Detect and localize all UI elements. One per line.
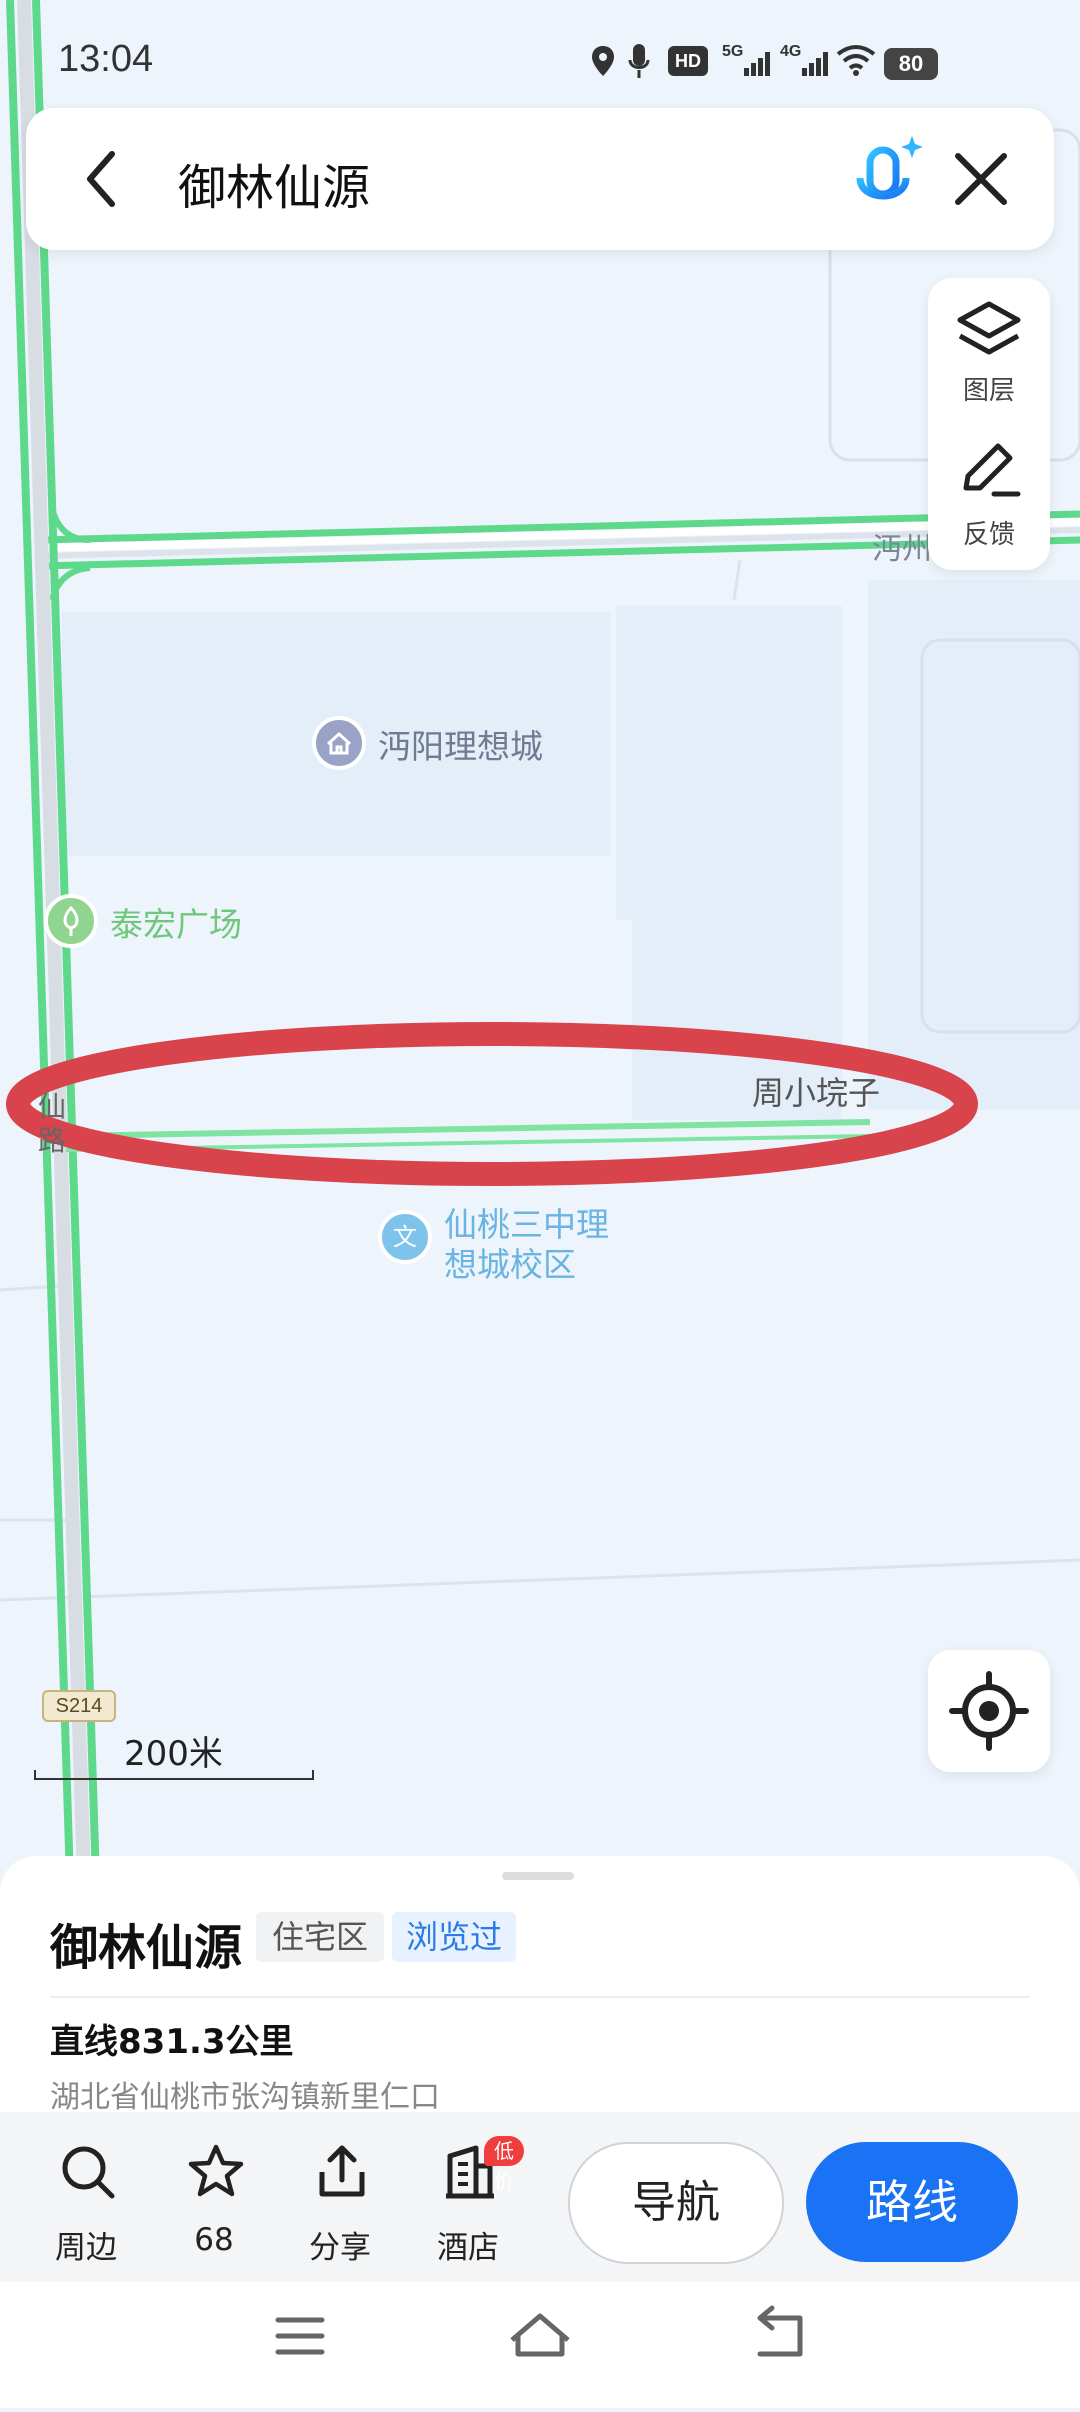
share-label: 分享	[309, 2230, 371, 2266]
feedback-label: 反馈	[962, 520, 1015, 550]
close-button[interactable]	[944, 142, 1018, 216]
card-divider	[50, 1996, 1030, 1998]
star-icon	[188, 2144, 244, 2197]
hotel-button[interactable]: 低价 酒店	[418, 2136, 524, 2266]
address-text: 湖北省仙桃市张沟镇新里仁口	[50, 2080, 440, 2115]
edit-pencil-icon	[963, 443, 1021, 497]
close-icon	[955, 153, 1007, 205]
distance-text: 直线831.3公里	[50, 2022, 294, 2062]
road-label-vertical: 仙 路	[38, 1090, 67, 1157]
map-view[interactable]: 沔阳理想城 泰宏广场 文 仙桃三中理 想城校区 沔州 周小垸子 仙 路 S214…	[0, 0, 1080, 1880]
nearby-label: 周边	[55, 2230, 117, 2266]
signal-5g-icon: 5G	[722, 42, 772, 84]
favorite-count: 68	[194, 2222, 234, 2258]
navigate-button[interactable]: 导航	[568, 2142, 784, 2264]
residential-poi-icon[interactable]	[312, 716, 366, 770]
search-query-text[interactable]: 御林仙源	[178, 148, 370, 218]
home-icon[interactable]	[510, 2313, 570, 2357]
svg-text:文: 文	[393, 1223, 417, 1251]
low-price-badge: 低价	[484, 2136, 524, 2193]
search-bar[interactable]: 御林仙源	[26, 108, 1054, 250]
svg-text:5G: 5G	[722, 43, 743, 60]
action-bar: 周边 68 分享 低价 酒店 导航 路线	[0, 2112, 1080, 2282]
place-type-tag: 住宅区	[256, 1912, 385, 1962]
voice-assistant-icon	[856, 136, 923, 212]
back-button[interactable]	[66, 142, 140, 216]
share-button[interactable]: 分享	[290, 2142, 390, 2266]
back-icon[interactable]	[757, 2305, 803, 2357]
map-tool-panel: 图层 反馈	[928, 278, 1050, 570]
visited-tag: 浏览过	[392, 1912, 517, 1962]
route-button[interactable]: 路线	[806, 2142, 1018, 2262]
poi-label-school-line2[interactable]: 想城校区	[444, 1238, 576, 1286]
feedback-button[interactable]: 反馈	[928, 426, 1050, 566]
locate-me-button[interactable]	[928, 1650, 1050, 1772]
crosshair-location-icon	[949, 1671, 1029, 1751]
village-label-zhouxiaoyuanzi: 周小垸子	[752, 1074, 881, 1112]
signal-4g-icon: 4G	[780, 42, 830, 84]
scale-label: 200米	[124, 1734, 223, 1774]
school-poi-icon[interactable]: 文	[378, 1210, 432, 1264]
road-label-mianzhou: 沔州	[872, 532, 932, 567]
hd-icon: HD	[668, 46, 708, 76]
place-detail-card[interactable]: 御林仙源 住宅区 浏览过 直线831.3公里 湖北省仙桃市张沟镇新里仁口	[0, 1856, 1080, 2116]
poi-label-taihong-guangchang[interactable]: 泰宏广场	[110, 898, 242, 946]
status-bar: 13:04 HD 5G 4G 80	[0, 0, 1080, 110]
share-icon	[319, 2145, 365, 2197]
battery-icon: 80	[884, 48, 938, 80]
layers-button[interactable]: 图层	[928, 278, 1050, 418]
microphone-status-icon	[628, 42, 650, 84]
search-icon	[62, 2146, 115, 2199]
location-icon	[590, 44, 616, 82]
svg-text:4G: 4G	[780, 43, 801, 60]
system-navigation-bar	[0, 2282, 1080, 2408]
park-poi-icon[interactable]	[44, 894, 98, 948]
menu-icon[interactable]	[275, 2317, 325, 2355]
clock: 13:04	[58, 38, 154, 80]
back-arrow-icon	[87, 151, 115, 207]
road-number-badge: S214	[42, 1690, 116, 1722]
voice-assistant-button[interactable]	[842, 132, 932, 226]
wifi-icon	[836, 44, 876, 80]
favorite-button[interactable]: 68	[164, 2142, 264, 2262]
scale-bar	[34, 1770, 314, 1780]
nearby-button[interactable]: 周边	[36, 2142, 136, 2266]
poi-label-mianyang-lixiangcheng[interactable]: 沔阳理想城	[378, 720, 543, 768]
layers-label: 图层	[962, 376, 1015, 406]
hotel-label: 酒店	[437, 2230, 499, 2266]
drag-handle[interactable]	[502, 1872, 574, 1880]
place-name: 御林仙源	[50, 1920, 243, 1976]
layers-icon	[957, 301, 1021, 355]
